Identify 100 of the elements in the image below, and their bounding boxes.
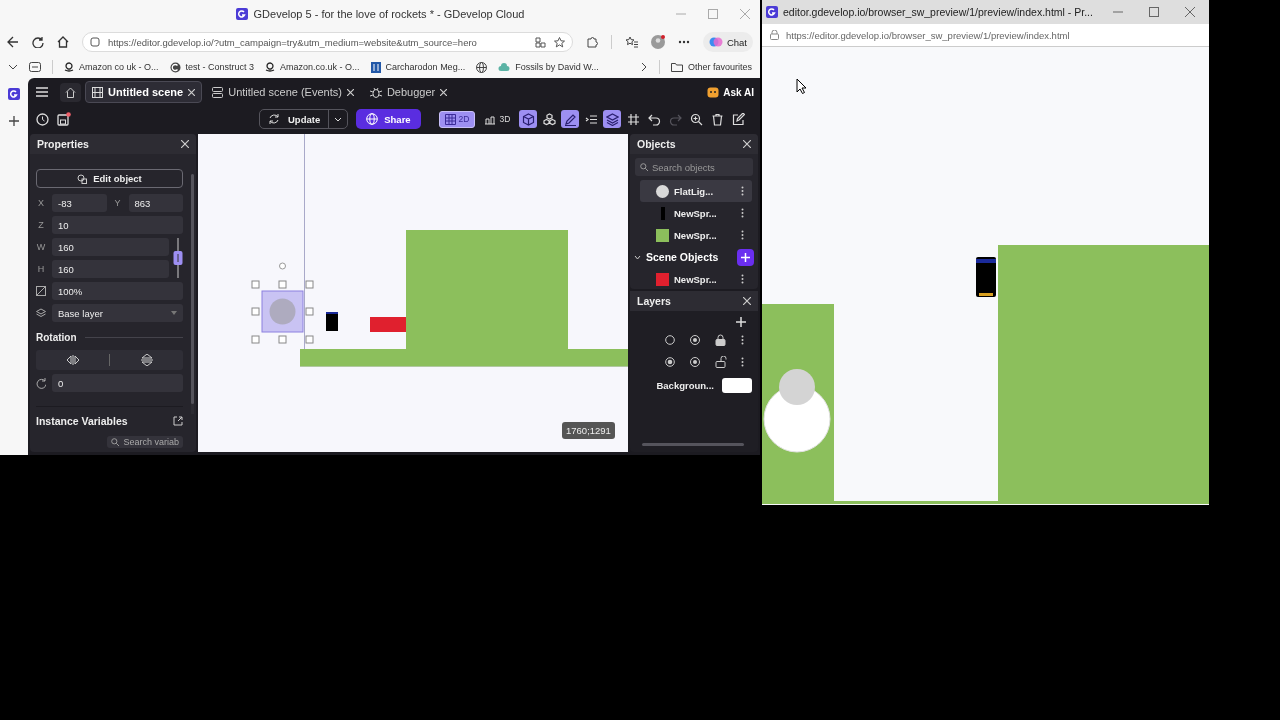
app-available-icon[interactable] — [534, 36, 546, 48]
undo-icon — [647, 112, 661, 126]
view-mode-button[interactable]: 3D — [478, 110, 517, 128]
search-field[interactable]: Search objects — [635, 158, 753, 176]
cursor-icon — [796, 78, 806, 94]
menu-icon[interactable] — [36, 87, 48, 97]
update-button[interactable]: Update — [259, 109, 349, 129]
pencil-tool-button[interactable] — [561, 110, 580, 128]
field-label: W — [36, 242, 46, 252]
caret-icon — [171, 311, 177, 315]
zoom-icon — [689, 112, 703, 126]
panel-title: Objects — [637, 138, 676, 150]
bookmark[interactable] — [476, 61, 488, 73]
field-label: Z — [37, 220, 45, 230]
bug-icon — [369, 86, 382, 98]
trash-icon — [710, 112, 724, 126]
radio-button[interactable] — [665, 335, 675, 345]
edit-icon — [731, 112, 745, 126]
history-icon[interactable] — [36, 112, 49, 126]
bookmark[interactable]: Amazon.co.uk - O... — [265, 62, 360, 72]
caret-icon[interactable] — [334, 116, 343, 122]
more-icon[interactable] — [741, 357, 744, 367]
x-field[interactable]: -83 — [52, 194, 107, 212]
width-field[interactable]: 160 — [52, 238, 169, 256]
visibility-icon[interactable] — [689, 335, 701, 345]
list-icon — [584, 112, 598, 126]
layer-select[interactable]: Base layer — [52, 304, 183, 322]
y-field[interactable]: 863 — [128, 194, 183, 212]
add-icon[interactable] — [9, 116, 19, 126]
search-field[interactable]: Search variab — [107, 436, 183, 448]
z-field[interactable]: 10 — [52, 216, 183, 234]
editor-tab[interactable]: Untitled scene (Events) — [206, 82, 360, 102]
tab-actions-icon[interactable] — [29, 62, 41, 72]
chevron-right-icon[interactable] — [639, 62, 648, 72]
panel-title: Layers — [637, 295, 671, 307]
opacity-field[interactable]: 100% — [52, 282, 183, 300]
grid-icon — [626, 112, 640, 126]
refresh-icon[interactable] — [32, 36, 44, 48]
puzzle-icon[interactable] — [585, 36, 598, 48]
more-icon[interactable] — [741, 274, 744, 284]
more-icon[interactable] — [741, 186, 744, 196]
star-icon[interactable] — [553, 36, 565, 48]
ask-ai-button[interactable]: Ask AI — [707, 86, 754, 98]
visibility-icon[interactable] — [689, 357, 701, 367]
group-header[interactable]: Scene Objects — [634, 251, 719, 263]
section-heading: Rotation — [36, 332, 77, 343]
edit-object-button[interactable]: Edit object — [36, 169, 183, 188]
view-mode-button[interactable]: 2D — [438, 110, 476, 128]
angle-field[interactable]: 0 — [52, 374, 183, 392]
back-icon[interactable] — [7, 36, 19, 48]
more-icon[interactable] — [741, 335, 744, 345]
flip-vertical-icon — [140, 354, 153, 366]
window-title: GDevelop 5 - for the love of rockets * - GDevelop Cloud — [253, 8, 525, 20]
bookmark[interactable]: Carcharodon Meg... — [370, 61, 466, 73]
book-icon — [370, 61, 381, 73]
maximize-icon[interactable] — [1149, 7, 1159, 17]
window-title: editor.gdevelop.io/browser_sw_preview/1/preview/index.html - Pr... — [783, 6, 1093, 18]
other-favourites-folder[interactable]: Other favourites — [670, 62, 752, 72]
url-text: https://editor.gdevelop.io/browser_sw_preview/1/preview/index.html — [786, 29, 1070, 41]
cubes-tool-button[interactable] — [540, 110, 559, 128]
add-object-button[interactable] — [737, 248, 754, 266]
more-icon[interactable] — [741, 208, 744, 218]
opacity-icon — [36, 286, 46, 296]
player-sprite — [975, 257, 997, 297]
chat-button[interactable]: Chat — [702, 32, 753, 52]
lock-icon — [770, 30, 779, 40]
save-icon[interactable] — [57, 112, 71, 126]
object-list-item[interactable]: NewSpr... — [630, 202, 758, 224]
layers-icon — [36, 308, 46, 318]
bookmark[interactable]: Amazon co uk - O... — [64, 62, 159, 72]
home-icon[interactable] — [57, 36, 69, 48]
editor-tab[interactable]: Untitled scene — [85, 81, 203, 103]
object-list-item[interactable]: FlatLig... — [640, 180, 752, 202]
address-bar[interactable]: https://editor.gdevelop.io/?utm_campaign=try&utm_medium=website&utm_source=hero — [82, 32, 573, 52]
favorites-icon[interactable] — [624, 36, 638, 48]
app-icon — [766, 6, 778, 18]
radio-button[interactable] — [665, 357, 675, 367]
link-toggle[interactable] — [173, 238, 183, 278]
more-icon[interactable] — [677, 40, 690, 44]
open-external-icon[interactable] — [173, 416, 183, 426]
more-icon[interactable] — [741, 230, 744, 240]
layers-tool-button[interactable] — [603, 110, 622, 128]
color-swatch[interactable] — [722, 377, 752, 393]
profile-avatar-icon[interactable] — [650, 35, 665, 49]
shapes-icon — [77, 173, 88, 184]
unlock-icon[interactable] — [715, 356, 727, 368]
chevron-down-icon[interactable] — [8, 63, 18, 71]
background-label: Backgroun... — [656, 379, 714, 391]
bookmark[interactable]: Fossils by David W... — [498, 62, 599, 72]
cube-tool-button[interactable] — [519, 110, 538, 128]
object-list-item[interactable]: NewSpr... — [630, 268, 758, 289]
height-field[interactable]: 160 — [52, 260, 169, 278]
share-button[interactable]: Share — [356, 109, 421, 129]
lock-icon[interactable] — [715, 334, 727, 346]
object-list-item[interactable]: NewSpr... — [630, 224, 758, 246]
home-tab[interactable] — [60, 82, 81, 102]
scene-canvas[interactable]: 1760;1291 — [198, 134, 628, 452]
bookmark[interactable]: test - Construct 3 — [169, 61, 255, 73]
site-info-icon[interactable] — [90, 37, 100, 47]
editor-tab[interactable]: Debugger — [363, 82, 454, 102]
